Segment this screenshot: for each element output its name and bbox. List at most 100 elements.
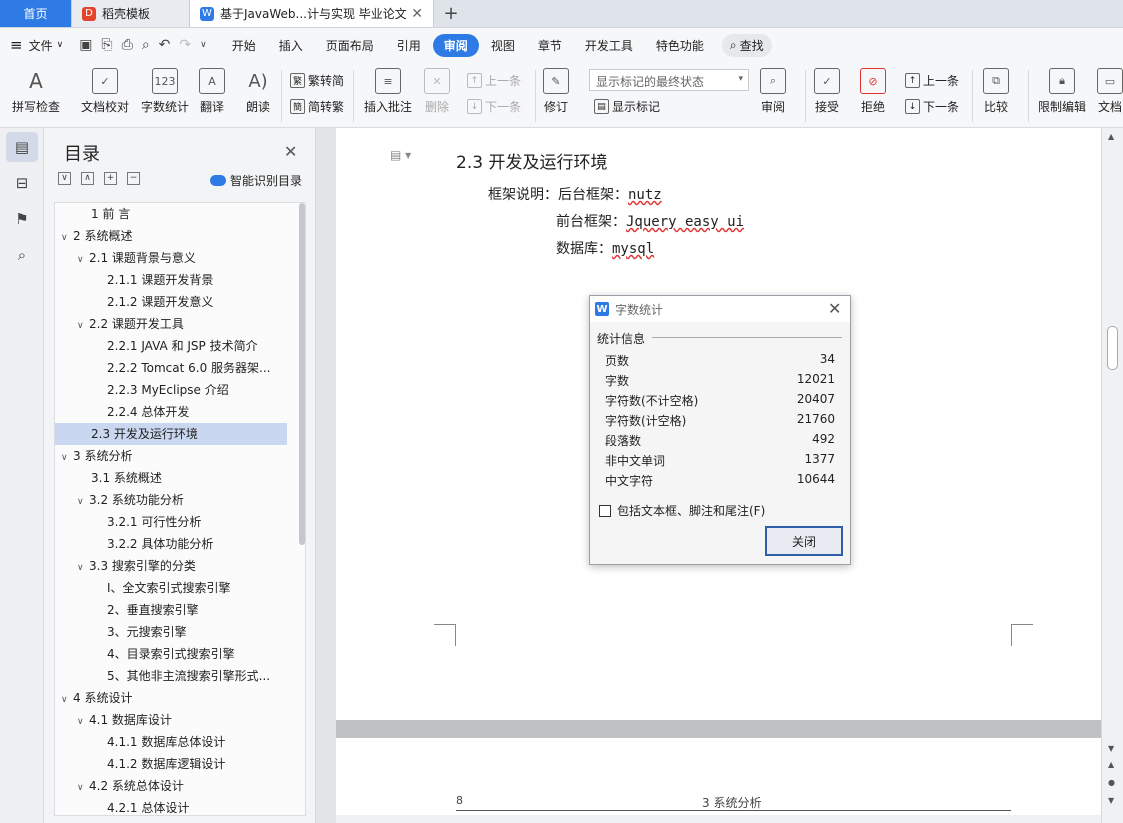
- file-menu[interactable]: ≡ 文件 ∨: [10, 36, 63, 54]
- toc-item[interactable]: 3.2.2 具体功能分析: [55, 533, 287, 555]
- read-aloud-button[interactable]: A) 朗读: [245, 68, 271, 115]
- prev-comment-button[interactable]: ↑ 上一条: [467, 72, 521, 89]
- menu-references[interactable]: 引用: [386, 34, 432, 57]
- menu-developer[interactable]: 开发工具: [574, 34, 644, 57]
- prev-change-button[interactable]: ↑ 上一条: [905, 72, 959, 89]
- menu-section[interactable]: 章节: [527, 34, 573, 57]
- trad-to-simp-button[interactable]: 繁繁转简: [290, 72, 344, 89]
- show-markup-button[interactable]: ▤ 显示标记: [594, 98, 660, 115]
- print-preview-icon[interactable]: ⌕: [142, 37, 150, 53]
- chevron-down-icon[interactable]: ∨: [77, 315, 89, 335]
- doc-proof-button[interactable]: ✓ 文档校对: [81, 68, 129, 115]
- doc-more-button[interactable]: ▭ 文档: [1097, 68, 1123, 115]
- spell-check-button[interactable]: A 拼写检查: [12, 68, 60, 115]
- toc-item[interactable]: 2、垂直搜索引擎: [55, 599, 287, 621]
- smart-toc-button[interactable]: 智能识别目录: [210, 172, 302, 189]
- document-page-next[interactable]: 8 3 系统分析: [336, 738, 1101, 823]
- reject-button[interactable]: ⊘ 拒绝: [860, 68, 886, 115]
- checkbox-box[interactable]: [599, 504, 611, 517]
- close-icon[interactable]: ✕: [284, 142, 297, 161]
- toc-item[interactable]: 2.1.1 课题开发背景: [55, 269, 287, 291]
- markup-state-select[interactable]: 显示标记的最终状态 ▾: [589, 69, 749, 91]
- scroll-down-icon[interactable]: ▼: [1108, 744, 1114, 753]
- chevron-down-icon[interactable]: ∨: [61, 689, 73, 709]
- toc-item[interactable]: 2.2.1 JAVA 和 JSP 技术简介: [55, 335, 287, 357]
- compare-button[interactable]: ⧉ 比较: [983, 68, 1009, 115]
- chapter-nav-icon[interactable]: ⊟: [6, 168, 38, 198]
- toc-item[interactable]: 2.2.4 总体开发: [55, 401, 287, 423]
- next-page-icon[interactable]: ▼: [1108, 796, 1114, 805]
- toc-item[interactable]: ∨ 3.3 搜索引擎的分类: [55, 555, 287, 577]
- next-comment-button[interactable]: ↓ 下一条: [467, 98, 521, 115]
- collapse-all-icon[interactable]: ∨: [58, 172, 71, 185]
- tab-home[interactable]: 首页: [0, 0, 72, 27]
- toc-item[interactable]: 2.2.2 Tomcat 6.0 服务器架...: [55, 357, 287, 379]
- toc-item[interactable]: 5、其他非主流搜索引擎形式...: [55, 665, 287, 687]
- toc-item[interactable]: ∨ 2.1 课题背景与意义: [55, 247, 287, 269]
- close-button[interactable]: 关闭: [765, 526, 843, 556]
- horizontal-scrollbar[interactable]: [336, 815, 1101, 823]
- toc-item[interactable]: 2.2.3 MyEclipse 介绍: [55, 379, 287, 401]
- delete-comment-button[interactable]: ✕ 删除: [424, 68, 450, 115]
- undo-icon[interactable]: ↶: [159, 37, 171, 53]
- print-icon[interactable]: ⎙: [122, 37, 133, 53]
- toc-item[interactable]: 2.1.2 课题开发意义: [55, 291, 287, 313]
- accept-button[interactable]: ✓ 接受: [814, 68, 840, 115]
- toc-item[interactable]: 4、目录索引式搜索引擎: [55, 643, 287, 665]
- search-button[interactable]: ⌕ 查找: [721, 33, 772, 57]
- customize-chevron-icon[interactable]: ∨: [200, 40, 207, 50]
- expand-level-icon[interactable]: ∧: [81, 172, 94, 185]
- menu-review[interactable]: 审阅: [432, 33, 479, 57]
- restrict-edit-button[interactable]: 🔒︎ 限制编辑: [1038, 68, 1086, 115]
- toc-item[interactable]: ∨ 3 系统分析: [55, 445, 287, 467]
- export-icon[interactable]: ⎘: [101, 37, 112, 53]
- include-textbox-checkbox[interactable]: 包括文本框、脚注和尾注(F): [599, 502, 765, 519]
- toc-item[interactable]: 3.2.1 可行性分析: [55, 511, 287, 533]
- insert-comment-button[interactable]: ≡ 插入批注: [364, 68, 412, 115]
- chevron-down-icon[interactable]: ∨: [61, 447, 73, 467]
- tab-document[interactable]: W 基于JavaWeb...计与实现 毕业论文 ✕: [190, 0, 434, 27]
- menu-page-layout[interactable]: 页面布局: [315, 34, 385, 57]
- toc-scrollbar[interactable]: [299, 203, 305, 545]
- toc-item[interactable]: ∨ 4 系统设计: [55, 687, 287, 709]
- chevron-down-icon[interactable]: ∨: [77, 711, 89, 731]
- toc-item[interactable]: Ⅰ、全文索引式搜索引擎: [55, 577, 287, 599]
- toc-item[interactable]: 4.2.1 总体设计: [55, 797, 287, 815]
- chevron-down-icon[interactable]: ∨: [77, 557, 89, 577]
- select-browse-icon[interactable]: ●: [1108, 778, 1115, 787]
- tab-template[interactable]: D 稻壳模板: [72, 0, 190, 27]
- menu-features[interactable]: 特色功能: [645, 34, 715, 57]
- toc-item[interactable]: ∨ 2 系统概述: [55, 225, 287, 247]
- chevron-down-icon[interactable]: ∨: [61, 227, 73, 247]
- chevron-down-icon[interactable]: ∨: [77, 777, 89, 797]
- bookmark-icon[interactable]: ⚑: [6, 204, 38, 234]
- next-change-button[interactable]: ↓ 下一条: [905, 98, 959, 115]
- close-icon[interactable]: ✕: [411, 6, 423, 22]
- toc-item[interactable]: 4.1.1 数据库总体设计: [55, 731, 287, 753]
- scroll-up-icon[interactable]: ▲: [1108, 132, 1114, 141]
- toc-item[interactable]: ∨ 3.2 系统功能分析: [55, 489, 287, 511]
- chevron-down-icon[interactable]: ∨: [77, 491, 89, 511]
- add-item-icon[interactable]: +: [104, 172, 117, 185]
- menu-insert[interactable]: 插入: [268, 34, 314, 57]
- toc-item[interactable]: 2.3 开发及运行环境: [55, 423, 287, 445]
- menu-view[interactable]: 视图: [480, 34, 526, 57]
- toc-item[interactable]: ∨ 4.1 数据库设计: [55, 709, 287, 731]
- save-icon[interactable]: ▣: [79, 37, 92, 53]
- toc-item[interactable]: ∨ 2.2 课题开发工具: [55, 313, 287, 335]
- toc-item[interactable]: 3.1 系统概述: [55, 467, 287, 489]
- dialog-titlebar[interactable]: W 字数统计: [590, 296, 850, 322]
- simp-to-trad-button[interactable]: 簡简转繁: [290, 98, 344, 115]
- prev-page-icon[interactable]: ▲: [1108, 760, 1114, 769]
- word-count-button[interactable]: 123 字数统计: [141, 68, 189, 115]
- remove-item-icon[interactable]: −: [127, 172, 140, 185]
- search-icon[interactable]: ⌕: [6, 240, 38, 270]
- toc-panel-icon[interactable]: ▤: [6, 132, 38, 162]
- track-changes-button[interactable]: ✎ 修订: [543, 68, 569, 115]
- toc-item[interactable]: 1 前 言: [55, 203, 287, 225]
- redo-icon[interactable]: ↷: [179, 37, 191, 53]
- chevron-down-icon[interactable]: ∨: [77, 249, 89, 269]
- review-pane-button[interactable]: ⌕ 审阅: [760, 68, 786, 115]
- toc-item[interactable]: 4.1.2 数据库逻辑设计: [55, 753, 287, 775]
- close-icon[interactable]: ✕: [828, 299, 841, 318]
